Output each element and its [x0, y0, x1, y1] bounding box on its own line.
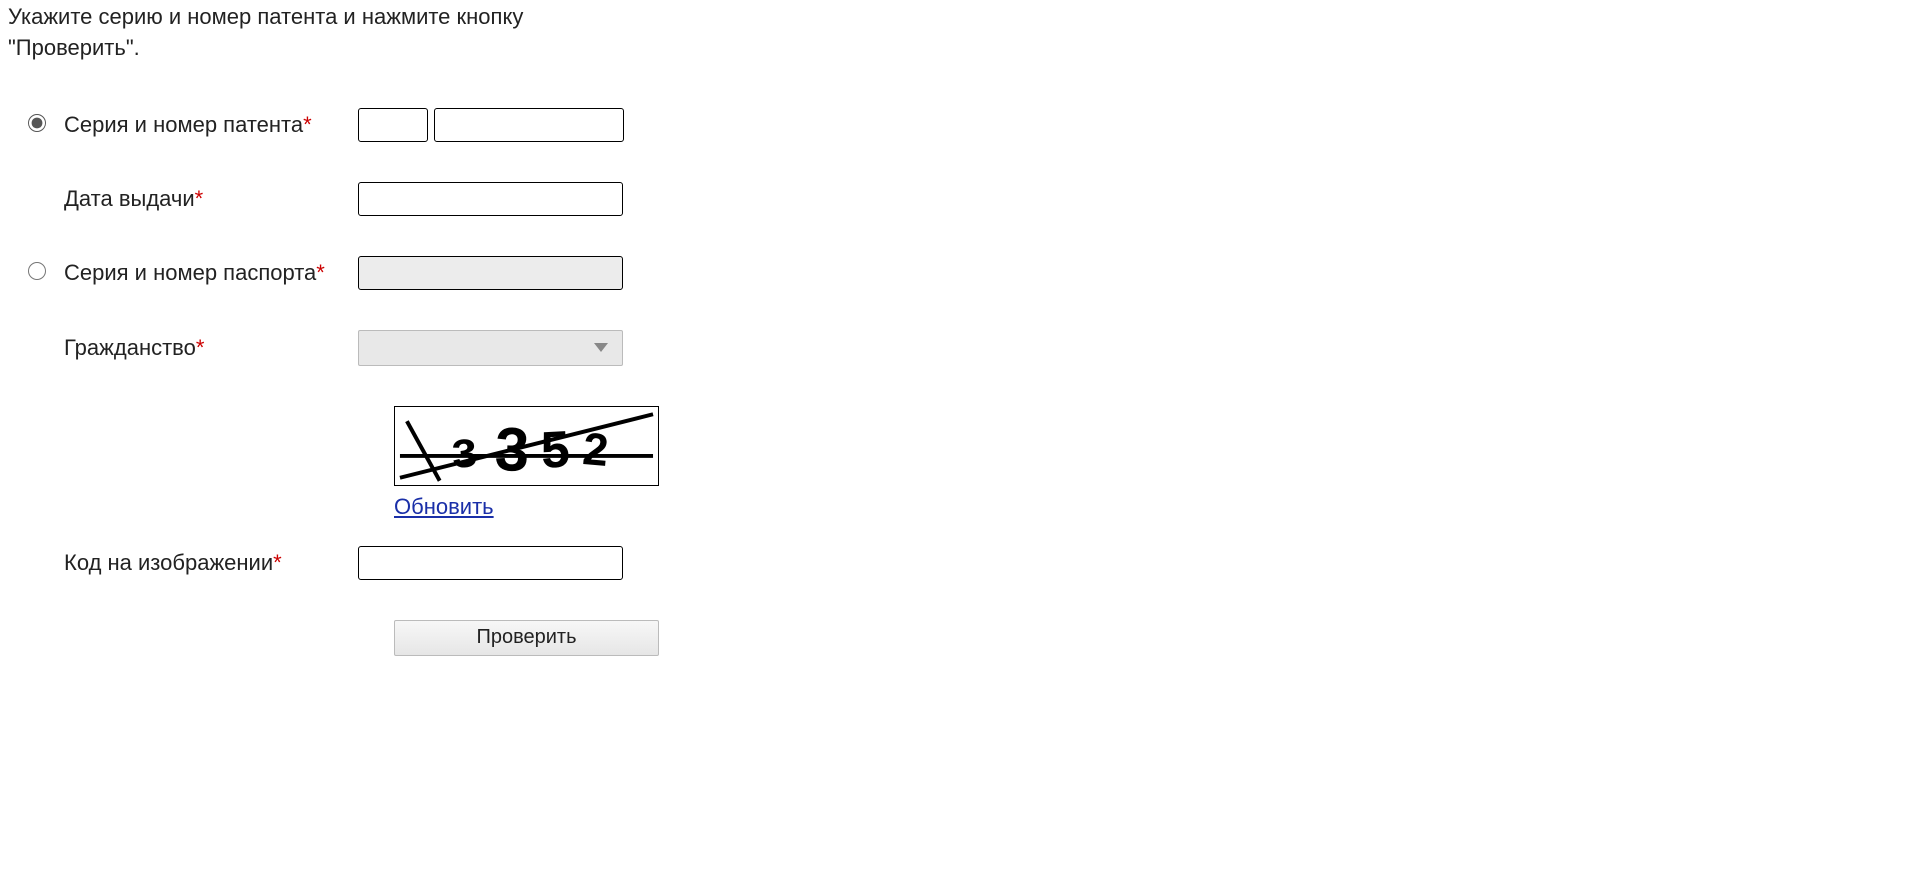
svg-text:2: 2 — [581, 423, 611, 476]
captcha-code-label-text: Код на изображении — [64, 550, 273, 576]
captcha-code-row: Код на изображении* — [8, 546, 1912, 580]
patent-series-input[interactable] — [358, 108, 428, 142]
svg-text:5: 5 — [539, 419, 571, 478]
required-asterisk: * — [303, 112, 312, 138]
passport-input — [358, 256, 623, 290]
citizenship-label-text: Гражданство — [64, 335, 196, 361]
passport-radio[interactable] — [28, 262, 46, 280]
captcha-code-input[interactable] — [358, 546, 623, 580]
patent-radio[interactable] — [28, 114, 46, 132]
citizenship-row: Гражданство* — [8, 330, 1912, 366]
captcha-image: з 3 5 2 — [394, 406, 659, 486]
captcha-code-label: Код на изображении* — [28, 550, 358, 576]
svg-text:з: з — [449, 419, 479, 479]
required-asterisk: * — [196, 335, 205, 361]
required-asterisk: * — [195, 186, 204, 212]
issue-date-row: Дата выдачи* — [8, 182, 1912, 216]
captcha-refresh-link[interactable]: Обновить — [394, 494, 494, 519]
submit-row: Проверить — [8, 620, 1912, 656]
issue-date-input[interactable] — [358, 182, 623, 216]
passport-label: Серия и номер паспорта* — [28, 260, 358, 286]
patent-number-input[interactable] — [434, 108, 624, 142]
required-asterisk: * — [316, 260, 325, 286]
patent-label: Серия и номер патента* — [28, 112, 358, 138]
svg-text:3: 3 — [494, 414, 531, 484]
chevron-down-icon — [594, 343, 608, 352]
passport-label-text: Серия и номер паспорта — [64, 260, 316, 286]
patent-row: Серия и номер патента* — [8, 108, 1912, 142]
issue-date-label: Дата выдачи* — [28, 186, 358, 212]
passport-row: Серия и номер паспорта* — [8, 256, 1912, 290]
captcha-image-row: з 3 5 2 Обновить — [8, 406, 1912, 520]
issue-date-label-text: Дата выдачи — [64, 186, 195, 212]
citizenship-select[interactable] — [358, 330, 623, 366]
patent-label-text: Серия и номер патента — [64, 112, 303, 138]
submit-button[interactable]: Проверить — [394, 620, 659, 656]
required-asterisk: * — [273, 550, 282, 576]
citizenship-label: Гражданство* — [28, 335, 358, 361]
instructions-text: Укажите серию и номер патента и нажмите … — [8, 2, 628, 64]
